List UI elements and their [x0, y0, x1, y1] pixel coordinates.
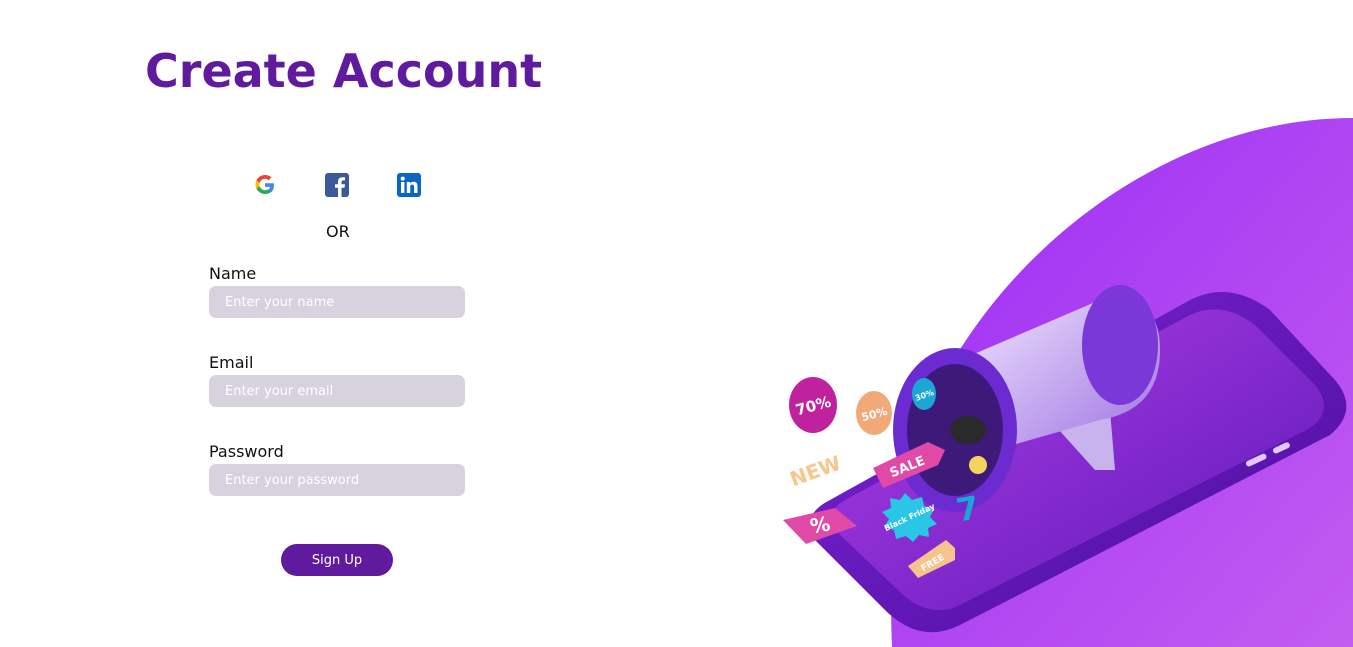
new-tag-label: NEW: [787, 451, 845, 491]
email-label: Email: [209, 353, 254, 372]
facebook-icon[interactable]: [324, 172, 350, 198]
name-label: Name: [209, 264, 257, 283]
social-login-group: [252, 172, 422, 198]
password-label: Password: [209, 442, 284, 461]
linkedin-icon[interactable]: [396, 172, 422, 198]
password-input[interactable]: [209, 464, 465, 496]
google-icon[interactable]: [252, 172, 278, 198]
or-separator: OR: [326, 222, 350, 241]
page-title: Create Account: [145, 44, 543, 98]
percent-tag-label: %: [808, 511, 832, 538]
marketing-illustration: 70% 50% 30% NEW SALE Black Friday % FREE…: [783, 118, 1353, 647]
email-input[interactable]: [209, 375, 465, 407]
sign-up-button[interactable]: Sign Up: [281, 544, 393, 576]
name-input[interactable]: [209, 286, 465, 318]
